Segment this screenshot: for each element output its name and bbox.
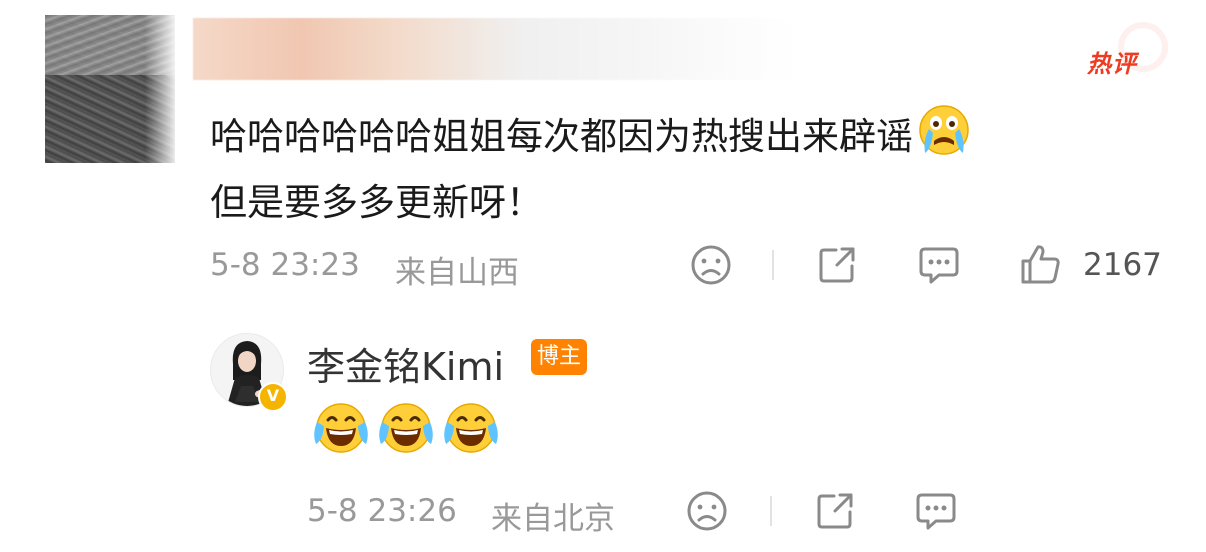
- comment-location: 来自山西: [395, 255, 519, 291]
- reply-time: 5-8 23:26: [307, 493, 457, 529]
- laugh-cry-emoji-icon: [377, 400, 435, 460]
- blogger-badge: 博主: [531, 339, 587, 375]
- sad-face-icon[interactable]: [690, 244, 732, 290]
- like-icon[interactable]: [1018, 242, 1062, 290]
- divider: [772, 250, 774, 280]
- share-icon[interactable]: [816, 244, 858, 290]
- comment-text-line2: 但是要多多更新呀！: [210, 181, 543, 224]
- sad-face-icon[interactable]: [686, 490, 728, 536]
- commenter-name-blurred[interactable]: [193, 18, 793, 80]
- reply-location: 来自北京: [491, 501, 615, 537]
- comment-text: 哈哈哈哈哈哈姐姐每次都因为热搜出来辟谣 但是要多多更新呀！: [210, 103, 1150, 232]
- divider: [770, 496, 772, 526]
- comment-text-line1: 哈哈哈哈哈哈姐姐每次都因为热搜出来辟谣: [210, 115, 913, 158]
- commenter-avatar[interactable]: [45, 15, 175, 163]
- share-icon[interactable]: [814, 490, 856, 536]
- reply-author-name[interactable]: 李金铭Kimi: [307, 336, 504, 391]
- laugh-cry-emoji-icon: [442, 400, 500, 460]
- crying-emoji-icon: [917, 103, 971, 174]
- hot-comment-badge: 热评: [1087, 50, 1137, 78]
- verified-badge-icon: V: [258, 382, 288, 412]
- comment-time: 5-8 23:23: [210, 247, 360, 283]
- comment-icon[interactable]: [914, 490, 958, 536]
- comment-icon[interactable]: [917, 244, 961, 290]
- laugh-cry-emoji-icon: [312, 400, 370, 460]
- like-count: 2167: [1083, 247, 1162, 283]
